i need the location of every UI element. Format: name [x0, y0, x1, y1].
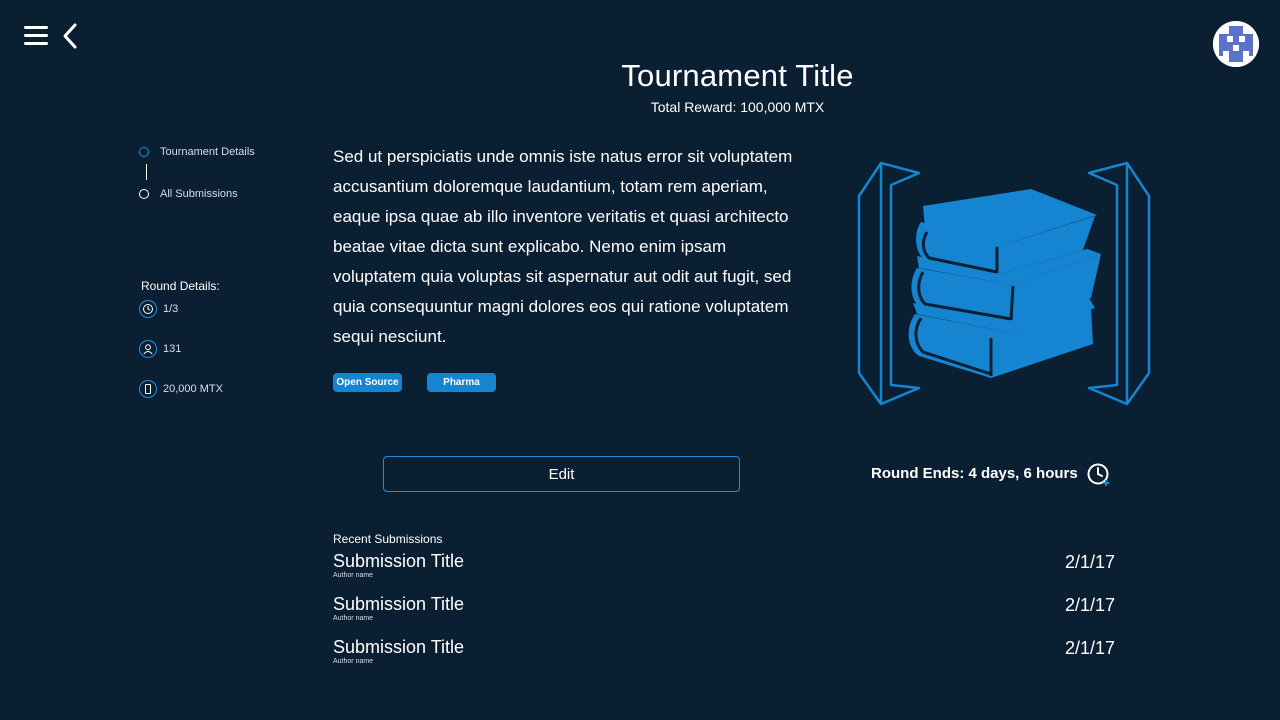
round-details-heading: Round Details: — [141, 279, 220, 293]
tag-pharma[interactable]: Pharma — [427, 373, 496, 392]
round-ends-text: Round Ends: 4 days, 6 hours — [871, 465, 1078, 482]
tournament-description: Sed ut perspiciatis unde omnis iste natu… — [333, 147, 793, 346]
nav-connector — [146, 164, 147, 180]
round-number-row: 1/3 — [139, 298, 178, 320]
total-reward: Total Reward: 100,000 MTX — [650, 99, 825, 115]
nav-active-dot-icon — [139, 147, 149, 157]
submission-title[interactable]: Submission Title — [333, 637, 464, 658]
participants-value: 131 — [163, 343, 182, 355]
tag-open-source[interactable]: Open Source — [333, 373, 402, 392]
edit-button[interactable]: Edit — [383, 456, 740, 492]
books-icon — [855, 158, 1155, 408]
page-title: Tournament Title — [621, 58, 854, 93]
submission-date: 2/1/17 — [1064, 552, 1115, 572]
participants-row: 131 — [139, 338, 181, 360]
clock-icon — [1086, 462, 1112, 488]
submission-date: 2/1/17 — [1064, 638, 1115, 658]
back-button[interactable] — [60, 22, 82, 50]
round-icon — [139, 300, 157, 318]
submission-author: Author name — [333, 615, 374, 622]
nav-item-label: Tournament Details — [160, 146, 255, 158]
menu-button[interactable] — [24, 26, 48, 46]
prize-icon — [139, 380, 157, 398]
round-number-value: 1/3 — [163, 303, 179, 315]
submission-date: 2/1/17 — [1064, 595, 1115, 615]
nav-item-all-submissions[interactable]: All Submissions — [139, 186, 238, 202]
prize-row: 20,000 MTX — [139, 378, 223, 400]
submission-title[interactable]: Submission Title — [333, 551, 464, 572]
nav-item-label: All Submissions — [160, 188, 238, 200]
menu-icon — [24, 42, 48, 45]
menu-icon — [24, 26, 48, 29]
prize-value: 20,000 MTX — [163, 383, 223, 395]
submission-author: Author name — [333, 572, 374, 579]
back-icon — [63, 23, 77, 49]
nav-dot-icon — [139, 189, 149, 199]
user-icon — [139, 340, 157, 358]
submission-title[interactable]: Submission Title — [333, 594, 464, 615]
submission-author: Author name — [333, 658, 374, 665]
recent-submissions-heading: Recent Submissions — [333, 532, 443, 546]
menu-icon — [24, 34, 48, 37]
nav-item-tournament-details[interactable]: Tournament Details — [139, 144, 255, 160]
